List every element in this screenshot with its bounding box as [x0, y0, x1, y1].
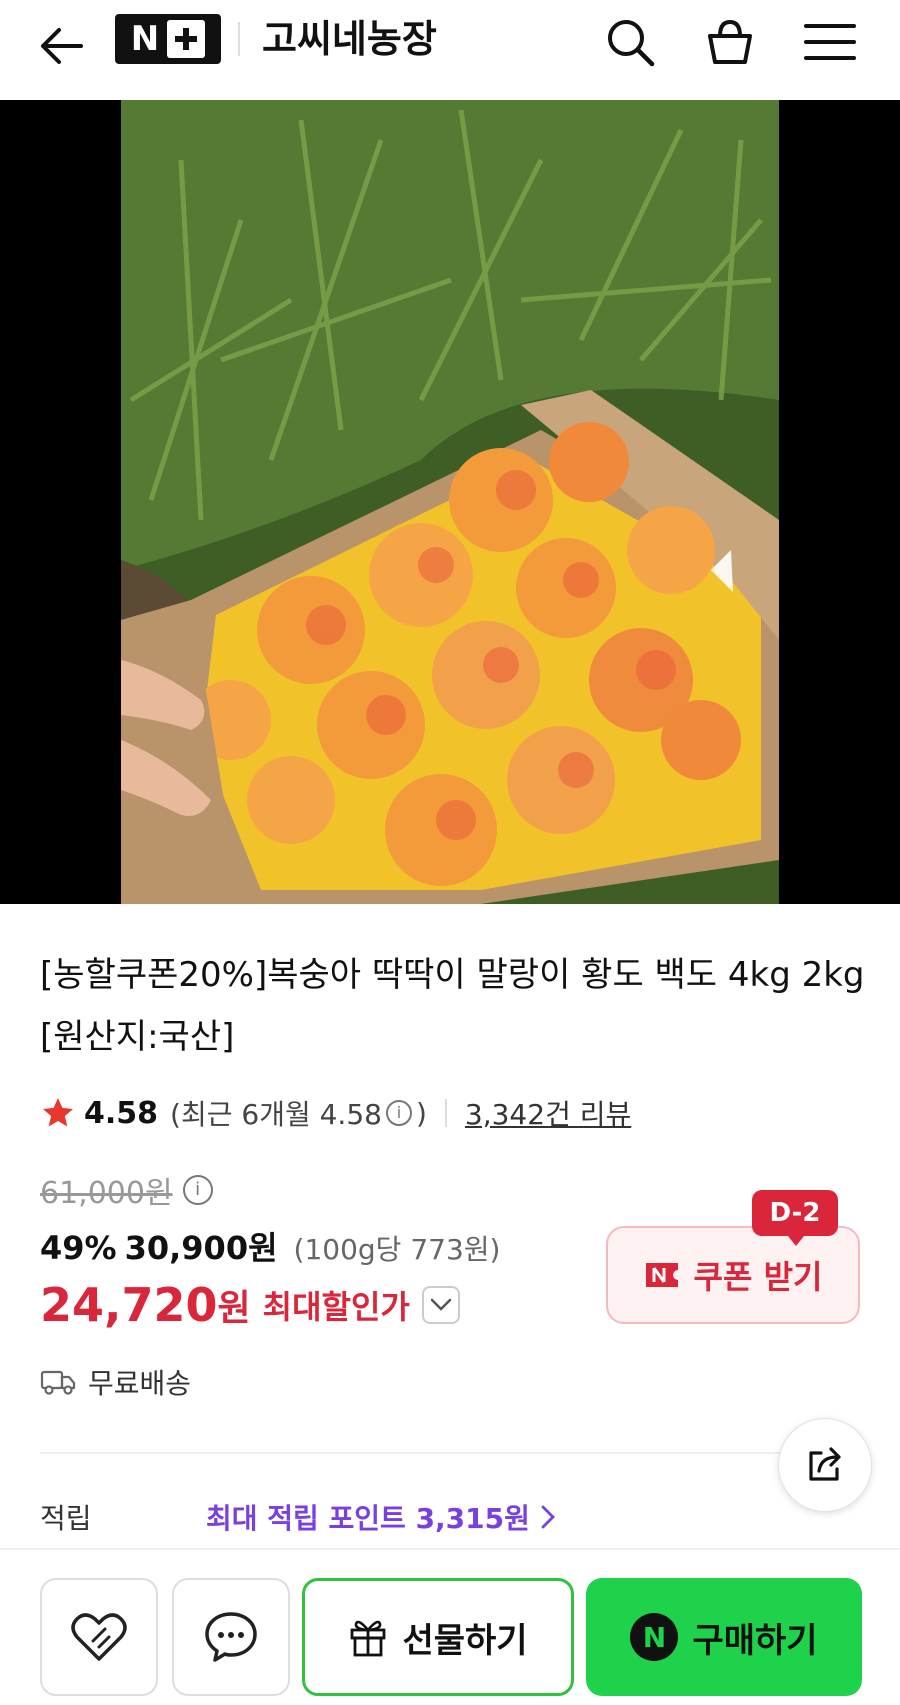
heart-icon	[71, 1613, 127, 1661]
menu-button[interactable]	[800, 12, 860, 72]
max-points-link[interactable]: 최대 적립 포인트 3,315원	[206, 1497, 530, 1537]
header-divider	[238, 22, 240, 56]
shipping-row: 무료배송	[40, 1362, 191, 1402]
info-icon[interactable]: i	[385, 1100, 412, 1126]
gift-button[interactable]: 선물하기	[302, 1578, 574, 1696]
top-header: N 고씨네농장	[0, 0, 900, 100]
price-info-icon[interactable]: i	[182, 1175, 213, 1205]
shipping-label: 무료배송	[88, 1367, 192, 1400]
rating-row: 4.58 (최근 6개월 4.58 i ) 3,342건 리뷰	[40, 1093, 631, 1133]
naver-plus-logo[interactable]: N	[115, 14, 221, 64]
chat-bubble-icon	[205, 1612, 257, 1662]
recent-rating: (최근 6개월 4.58 i )	[170, 1093, 427, 1133]
product-title: [농할쿠폰20%]복숭아 딱딱이 말랑이 황도 백도 4kg 2kg [원산지:…	[40, 955, 865, 1057]
original-price: 61,000원	[40, 1176, 173, 1211]
coupon-ticket-icon	[645, 1263, 678, 1287]
share-button[interactable]	[778, 1418, 872, 1512]
buy-label: 구매하기	[692, 1620, 818, 1661]
product-image-gallery[interactable]: 1 / 12	[0, 100, 900, 904]
chevron-right-icon	[541, 1505, 555, 1529]
buy-now-button[interactable]: N 구매하기	[586, 1578, 862, 1696]
max-discount-price-unit: 원	[217, 1288, 251, 1329]
review-count-link[interactable]: 3,342건 리뷰	[465, 1093, 631, 1133]
product-photo	[121, 100, 779, 904]
discount-rate: 49%	[40, 1229, 117, 1267]
section-divider	[40, 1452, 860, 1454]
shopping-bag-button[interactable]	[700, 12, 760, 72]
search-button[interactable]	[600, 12, 660, 72]
peach-box-illustration	[121, 100, 779, 904]
plus-icon	[167, 20, 206, 58]
max-discount-price: 24,720	[40, 1278, 218, 1332]
wishlist-button[interactable]	[40, 1578, 158, 1696]
hamburger-menu-icon	[804, 24, 856, 60]
gift-label: 선물하기	[402, 1620, 528, 1661]
naver-pay-icon: N	[630, 1613, 679, 1661]
back-button[interactable]	[32, 18, 88, 74]
search-icon	[608, 20, 655, 67]
sale-price-row: 49% 30,900원 (100g당 773원)	[40, 1223, 500, 1267]
points-label: 적립	[40, 1502, 92, 1535]
recent-rating-close: )	[415, 1096, 427, 1130]
max-discount-label: 최대할인가	[262, 1288, 410, 1326]
max-discount-row[interactable]: 24,720 원 최대할인가	[40, 1275, 460, 1335]
sale-price: 30,900원	[124, 1229, 278, 1267]
bottom-action-bar: 선물하기 N 구매하기	[0, 1548, 900, 1705]
arrow-left-icon	[41, 28, 83, 64]
store-name[interactable]: 고씨네농장	[262, 14, 437, 64]
logo-n-text: N	[130, 19, 160, 59]
original-price-row: 61,000원 i	[40, 1170, 217, 1211]
shopping-bag-icon	[708, 19, 752, 64]
chevron-down-icon	[430, 1298, 452, 1311]
truck-icon	[40, 1370, 76, 1395]
talk-chat-button[interactable]	[172, 1578, 290, 1696]
coupon-label: 쿠폰 받기	[693, 1258, 823, 1296]
unit-price: (100g당 773원)	[293, 1233, 501, 1266]
d-day-badge: D-2	[752, 1190, 838, 1246]
points-row[interactable]: 적립 최대 적립 포인트 3,315원	[40, 1494, 556, 1540]
share-icon	[809, 1447, 841, 1481]
recent-rating-text: (최근 6개월 4.58	[170, 1098, 382, 1131]
rating-score: 4.58	[84, 1095, 159, 1131]
expand-price-button[interactable]	[421, 1286, 460, 1324]
rating-divider	[444, 1099, 447, 1127]
star-icon	[43, 1098, 73, 1127]
get-coupon-button[interactable]: 쿠폰 받기	[606, 1226, 860, 1324]
gift-box-icon	[351, 1620, 386, 1657]
